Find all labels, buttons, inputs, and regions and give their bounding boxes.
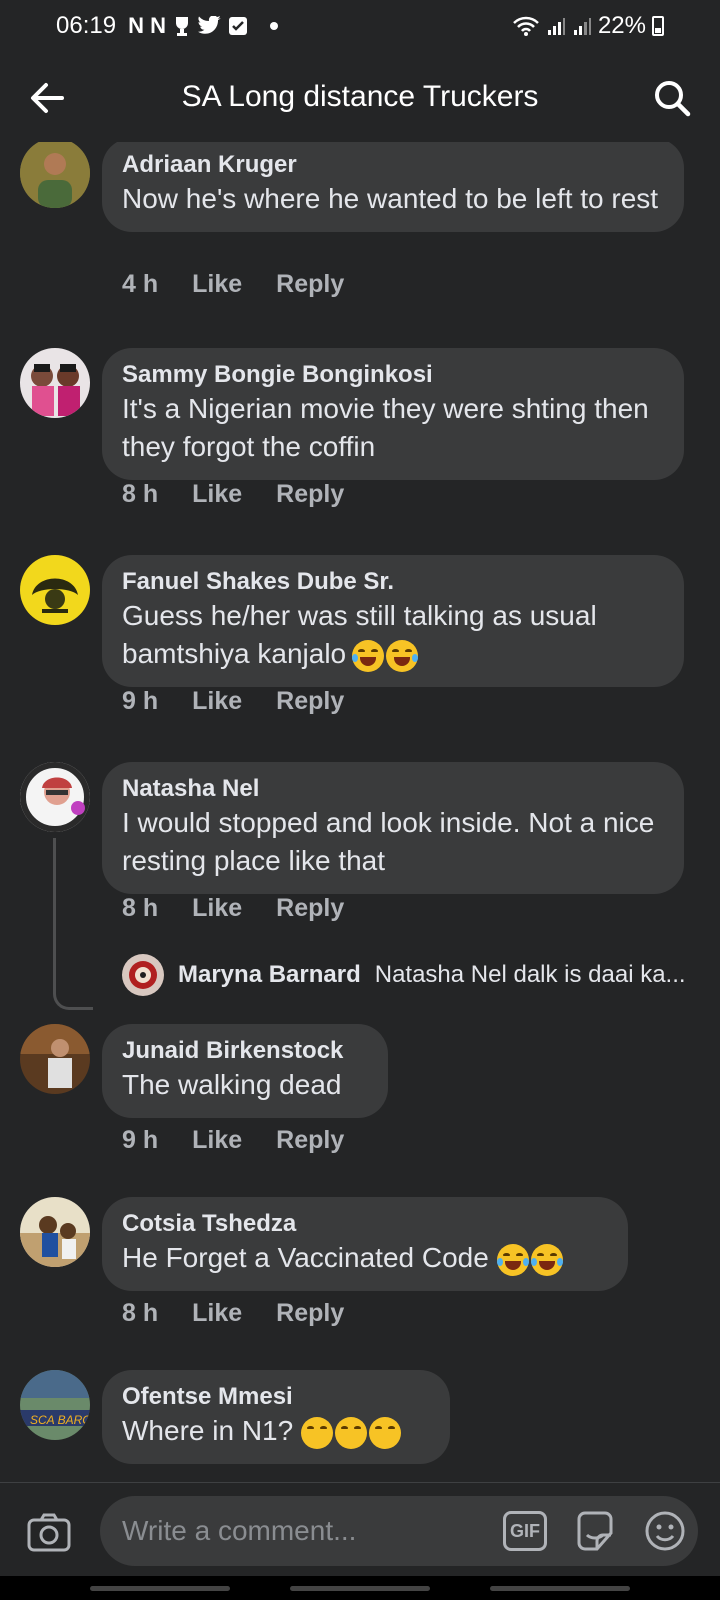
- reply-button[interactable]: Reply: [276, 687, 344, 716]
- reply-button[interactable]: Reply: [276, 894, 344, 923]
- signal-icon-2: [573, 18, 591, 35]
- avatar[interactable]: [20, 1197, 90, 1267]
- trophy-icon: [175, 17, 188, 36]
- reply-author[interactable]: Maryna Barnard: [178, 961, 361, 989]
- back-arrow-icon[interactable]: [26, 76, 70, 120]
- avatar: [122, 954, 164, 996]
- comment-bubble[interactable]: Junaid Birkenstock The walking dead: [102, 1024, 388, 1118]
- comment-author[interactable]: Sammy Bongie Bonginkosi: [122, 360, 664, 390]
- like-button[interactable]: Like: [192, 894, 242, 923]
- comment-time: 8 h: [122, 1299, 159, 1327]
- like-button[interactable]: Like: [192, 270, 242, 299]
- comment-text: Guess he/her was still talking as usual …: [122, 597, 664, 673]
- like-button[interactable]: Like: [192, 1299, 242, 1328]
- reply-button[interactable]: Reply: [276, 1299, 344, 1328]
- comment-text: He Forget a Vaccinated Code: [122, 1239, 608, 1277]
- comment-actions: 8 h Like Reply: [122, 1299, 344, 1328]
- avatar[interactable]: [20, 142, 90, 208]
- comment-composer: GIF: [0, 1482, 720, 1576]
- comment-author[interactable]: Adriaan Kruger: [122, 150, 664, 180]
- wifi-icon: [513, 16, 539, 36]
- comment-text: Now he's where he wanted to be left to r…: [122, 183, 659, 214]
- status-bar: 06:19 N N 22%: [0, 0, 720, 52]
- comment-author[interactable]: Cotsia Tshedza: [122, 1209, 608, 1239]
- gif-button[interactable]: GIF: [503, 1511, 547, 1551]
- comment-bubble[interactable]: Cotsia Tshedza He Forget a Vaccinated Co…: [102, 1197, 628, 1291]
- checkbox-icon: [228, 17, 247, 35]
- comment-text: It's a Nigerian movie they were shting t…: [122, 393, 649, 462]
- comment-bubble[interactable]: Ofentse Mmesi Where in N1?: [102, 1370, 450, 1464]
- comments-feed[interactable]: Adriaan Kruger Now he's where he wanted …: [0, 142, 720, 1482]
- comment-bubble[interactable]: Natasha Nel I would stopped and look ins…: [102, 762, 684, 894]
- comment-author[interactable]: Ofentse Mmesi: [122, 1382, 430, 1412]
- reply-text: Natasha Nel dalk is daai ka...: [374, 961, 686, 988]
- comment-bubble[interactable]: Sammy Bongie Bonginkosi It's a Nigerian …: [102, 348, 684, 480]
- comment-time: 4 h: [122, 270, 159, 298]
- reply-button[interactable]: Reply: [276, 270, 344, 299]
- like-button[interactable]: Like: [192, 687, 242, 716]
- comment-time: 9 h: [122, 687, 159, 715]
- avatar[interactable]: [20, 555, 90, 625]
- comment-bubble[interactable]: Fanuel Shakes Dube Sr. Guess he/her was …: [102, 555, 684, 687]
- nav-back-button[interactable]: [490, 1586, 630, 1591]
- reply-button[interactable]: Reply: [276, 1126, 344, 1155]
- avatar[interactable]: [20, 1024, 90, 1094]
- status-time: 06:19: [56, 12, 117, 39]
- comment-author[interactable]: Fanuel Shakes Dube Sr.: [122, 567, 664, 597]
- tears-of-joy-emoji-icon: [530, 1243, 563, 1276]
- svg-text:SCA BARC: SCA BARC: [30, 1413, 90, 1427]
- comment-time: 8 h: [122, 894, 159, 922]
- page-title: SA Long distance Truckers: [181, 80, 539, 113]
- camera-icon[interactable]: [26, 1511, 72, 1553]
- avatar[interactable]: [20, 762, 90, 832]
- thinking-emoji-icon: [369, 1416, 402, 1449]
- thinking-emoji-icon: [301, 1416, 334, 1449]
- comment-text: Where in N1?: [122, 1412, 430, 1450]
- comment-time: 9 h: [122, 1126, 159, 1154]
- thinking-emoji-icon: [335, 1416, 368, 1449]
- avatar[interactable]: SCA BARC: [20, 1370, 90, 1440]
- system-nav-bar: [0, 1576, 720, 1600]
- rofl-emoji-icon: [386, 639, 419, 672]
- comment-author[interactable]: Junaid Birkenstock: [122, 1036, 368, 1066]
- sticker-icon[interactable]: [573, 1509, 617, 1553]
- comment-actions: 8 h Like Reply: [122, 480, 344, 509]
- battery-percent: 22%: [597, 12, 646, 39]
- search-icon[interactable]: [650, 76, 694, 120]
- signal-icon-1: [547, 18, 565, 35]
- rofl-emoji-icon: [352, 639, 385, 672]
- like-button[interactable]: Like: [192, 1126, 242, 1155]
- comment-actions: 4 h Like Reply: [122, 270, 344, 299]
- reply-button[interactable]: Reply: [276, 480, 344, 509]
- group-header: SA Long distance Truckers: [0, 52, 720, 142]
- comment-text: I would stopped and look inside. Not a n…: [122, 807, 655, 876]
- comment-actions: 9 h Like Reply: [122, 687, 344, 716]
- comment-bubble[interactable]: Adriaan Kruger Now he's where he wanted …: [102, 142, 684, 232]
- avatar[interactable]: [20, 348, 90, 418]
- comment-actions: 9 h Like Reply: [122, 1126, 344, 1155]
- notification-icons: N N: [128, 13, 248, 39]
- more-notifications-dot: [269, 22, 278, 30]
- like-button[interactable]: Like: [192, 480, 242, 509]
- comment-author[interactable]: Natasha Nel: [122, 774, 664, 804]
- thread-line: [53, 838, 93, 1010]
- tears-of-joy-emoji-icon: [496, 1243, 529, 1276]
- comment-time: 8 h: [122, 480, 159, 508]
- nav-home-button[interactable]: [290, 1586, 430, 1591]
- reply-preview[interactable]: Maryna Barnard Natasha Nel dalk is daai …: [122, 954, 686, 996]
- nav-recent-button[interactable]: [90, 1586, 230, 1591]
- comment-text: The walking dead: [122, 1069, 342, 1100]
- twitter-icon: [197, 16, 221, 34]
- battery-icon: [652, 16, 664, 36]
- comment-actions: 8 h Like Reply: [122, 894, 344, 923]
- emoji-icon[interactable]: [643, 1509, 687, 1553]
